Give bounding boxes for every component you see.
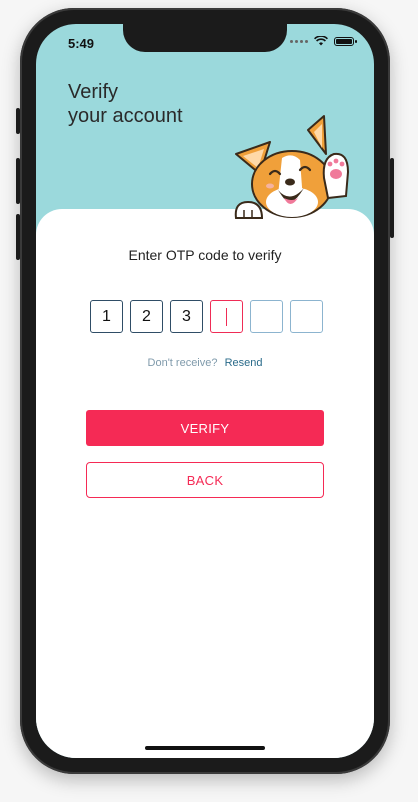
back-button[interactable]: BACK [86, 462, 324, 498]
home-indicator[interactable] [145, 746, 265, 750]
page-title-line1: Verify [68, 81, 119, 103]
otp-digit-4[interactable] [210, 300, 243, 333]
corgi-waving-icon [234, 115, 350, 219]
phone-frame: 5:49 Verify your account Enter OTP code … [20, 8, 390, 774]
text-cursor [225, 307, 228, 326]
verify-button[interactable]: VERIFY [86, 410, 324, 446]
resend-link[interactable]: Resend [225, 357, 263, 369]
page-title: Verify your account [68, 80, 183, 128]
device-notch [123, 24, 287, 52]
app-screen: 5:49 Verify your account Enter OTP code … [36, 24, 374, 758]
resend-question: Don't receive? [147, 357, 218, 369]
volume-down-button [16, 214, 20, 260]
power-button [390, 158, 394, 238]
mute-switch [16, 108, 20, 134]
page-title-line2: your account [68, 105, 183, 127]
otp-digit-5[interactable] [250, 300, 283, 333]
status-icons [290, 36, 357, 46]
resend-row: Don't receive? Resend [36, 357, 374, 369]
otp-prompt: Enter OTP code to verify [128, 247, 282, 263]
battery-icon [334, 36, 357, 46]
status-time: 5:49 [68, 36, 95, 51]
otp-digit-1[interactable]: 1 [90, 300, 123, 333]
otp-input-group: 1 2 3 [90, 300, 323, 333]
wifi-icon [314, 36, 328, 46]
otp-card: Enter OTP code to verify 1 2 3 Don't rec… [36, 209, 374, 758]
otp-digit-3[interactable]: 3 [170, 300, 203, 333]
otp-digit-2[interactable]: 2 [130, 300, 163, 333]
signal-dots-icon [290, 39, 308, 43]
otp-digit-6[interactable] [290, 300, 323, 333]
volume-up-button [16, 158, 20, 204]
